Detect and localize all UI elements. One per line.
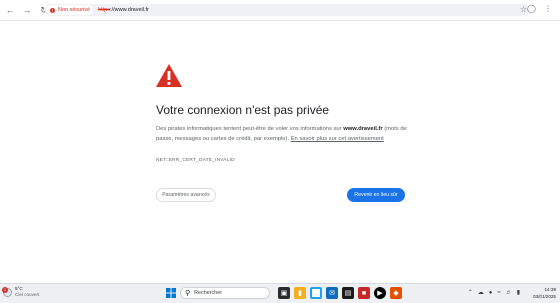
error-description: Des pirates informatiques tentent peut-ê… (156, 124, 416, 144)
weather-widget[interactable]: 1 5°C Ciel couvert (2, 286, 40, 298)
pinned-apps: ▣ ▮ ✉ ▤ ■ ▶ ◆ (278, 287, 402, 299)
clock-date: 03/01/2025 (533, 293, 556, 299)
error-code[interactable]: NET::ERR_CERT_DATE_INVALID (156, 158, 235, 163)
forward-arrow-icon[interactable]: → (20, 3, 34, 17)
back-to-safety-button[interactable]: Revenir en lieu sûr (347, 188, 405, 202)
more-icon[interactable]: ⋮ (544, 4, 552, 13)
security-chip[interactable]: Non sécurisé (47, 5, 94, 15)
learn-more-link[interactable]: En savoir plus sur cet avertissement (291, 136, 384, 142)
security-chip-label: Non sécurisé (58, 7, 91, 13)
volume-icon[interactable]: ♬ (506, 290, 512, 296)
warning-icon (50, 7, 55, 13)
app-red-icon[interactable]: ■ (358, 287, 370, 299)
windows-start-icon[interactable] (166, 288, 176, 298)
warning-triangle-icon (156, 64, 182, 87)
color-app-icon[interactable]: ● (489, 290, 493, 296)
system-tray: ⌃ ☁ ● ≈ ♬ ▮ (468, 289, 520, 297)
address-bar[interactable]: Non sécurisé https://www.draveil.fr ☆ (45, 4, 530, 16)
chrome-icon[interactable] (310, 287, 322, 299)
advanced-settings-button[interactable]: Paramètres avancés (156, 188, 216, 202)
task-view-icon[interactable]: ▣ (278, 287, 290, 299)
profile-icon[interactable]: ◯ (527, 4, 536, 13)
browser-toolbar: ← → ↻ Non sécurisé https://www.draveil.f… (0, 0, 560, 21)
terminal-icon[interactable]: ▤ (342, 287, 354, 299)
taskbar-search[interactable]: ⚲ Rechercher (180, 287, 270, 299)
notification-badge: 1 (2, 286, 8, 293)
search-label: Rechercher (194, 290, 223, 296)
back-arrow-icon[interactable]: ← (3, 3, 17, 17)
tray-app-icon[interactable]: ☁ (478, 289, 484, 296)
error-text-part1: Des pirates informatiques tentent peut-ê… (156, 126, 344, 132)
media-player-icon[interactable]: ▶ (374, 287, 386, 299)
star-icon[interactable]: ☆ (520, 5, 527, 14)
taskbar: 1 5°C Ciel couvert ⚲ Rechercher ▣ ▮ ✉ ▤ … (0, 283, 560, 303)
url-host: ://www.draveil.fr (110, 7, 149, 13)
chevron-up-icon[interactable]: ⌃ (468, 289, 473, 296)
outlook-icon[interactable]: ✉ (326, 287, 338, 299)
cloud-icon: 1 (2, 286, 12, 297)
page-title: Votre connexion n'est pas privée (156, 103, 330, 117)
file-explorer-icon[interactable]: ▮ (294, 287, 306, 299)
weather-condition: Ciel couvert (15, 292, 40, 297)
battery-icon[interactable]: ▮ (517, 289, 520, 296)
url-scheme: https (98, 7, 111, 13)
search-icon: ⚲ (185, 290, 191, 297)
error-domain: www.draveil.fr (343, 126, 383, 132)
app-orange-icon[interactable]: ◆ (390, 287, 402, 299)
clock[interactable]: 14:39 03/01/2025 (533, 287, 556, 300)
wifi-icon[interactable]: ≈ (497, 290, 500, 296)
